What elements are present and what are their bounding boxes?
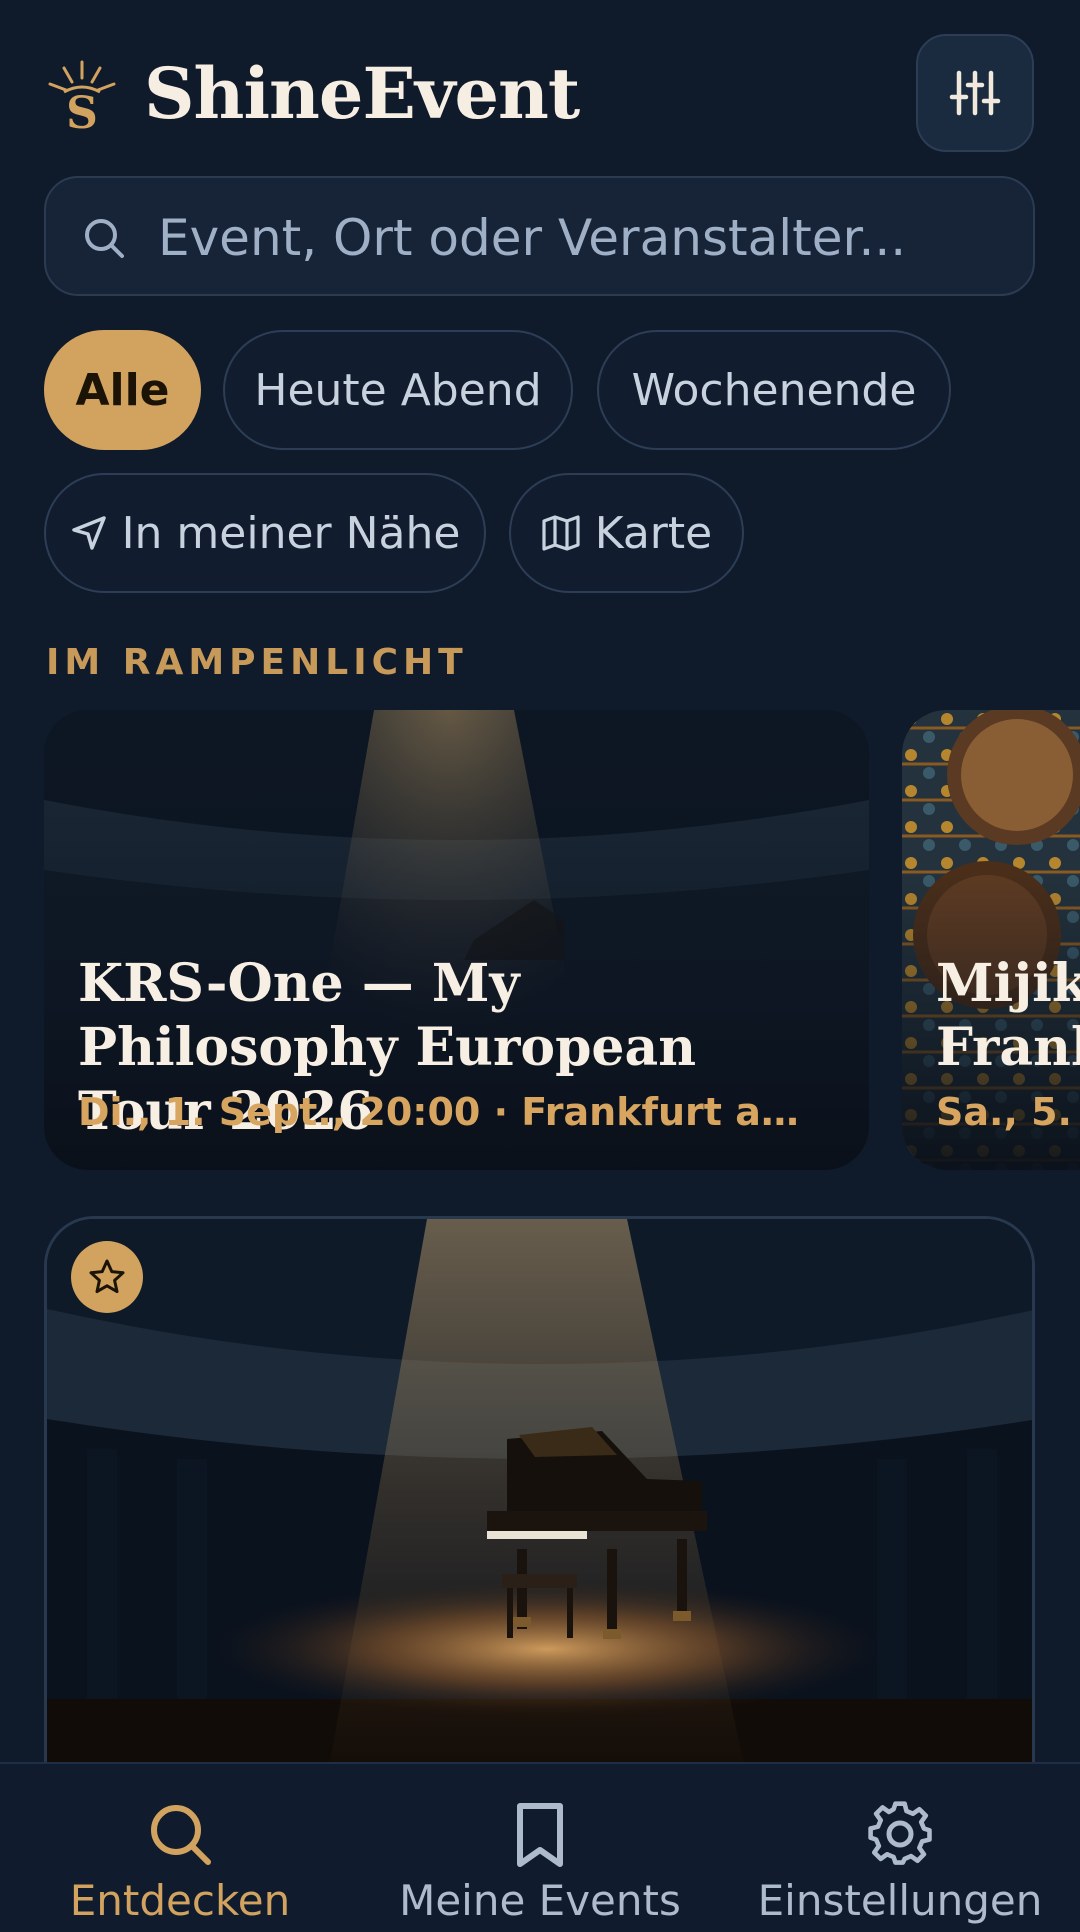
bookmark-icon — [517, 1803, 563, 1867]
app-root: S ShineEvent Alle He — [0, 0, 1080, 1932]
sliders-icon — [949, 70, 1001, 116]
star-icon — [89, 1259, 125, 1294]
nav-label: Einstellungen — [757, 1876, 1043, 1925]
event-meta: Sa., 5. S — [936, 1090, 1080, 1134]
nav-label: Meine Events — [399, 1876, 681, 1925]
search-icon — [151, 1805, 211, 1865]
chip-karte[interactable]: Karte — [509, 473, 744, 593]
search-icon — [85, 219, 124, 258]
filter-settings-button[interactable] — [916, 34, 1034, 152]
chip-label: Wochenende — [631, 364, 917, 416]
chip-alle[interactable]: Alle — [44, 330, 201, 450]
chip-wochenende[interactable]: Wochenende — [597, 330, 951, 450]
app-title: ShineEvent — [144, 52, 580, 135]
map-icon — [542, 515, 580, 551]
search-bar[interactable] — [44, 176, 1035, 296]
chip-label: Heute Abend — [254, 364, 542, 416]
event-meta: Di., 1. Sept., 20:00 · Frankfurt am Main — [78, 1090, 838, 1134]
bottom-navigation: Entdecken Meine Events Einstellungen — [0, 1762, 1080, 1932]
svg-text:S: S — [66, 88, 98, 134]
event-title: Mijike Frank — [936, 953, 1080, 1078]
nav-meine-events[interactable]: Meine Events — [360, 1764, 720, 1932]
chip-label: Alle — [75, 364, 170, 416]
chip-heute-abend[interactable]: Heute Abend — [223, 330, 573, 450]
favorite-button[interactable] — [71, 1241, 143, 1313]
navigation-arrow-icon — [71, 516, 106, 550]
sun-logo-icon: S — [48, 60, 116, 134]
gear-icon — [868, 1801, 932, 1865]
chip-label: In meiner Nähe — [121, 507, 461, 559]
nav-entdecken[interactable]: Entdecken — [0, 1764, 360, 1932]
app-header: S ShineEvent — [0, 0, 1080, 170]
nav-label: Entdecken — [69, 1876, 291, 1925]
nav-einstellungen[interactable]: Einstellungen — [720, 1764, 1080, 1932]
chip-in-meiner-naehe[interactable]: In meiner Nähe — [44, 473, 486, 593]
spotlight-card[interactable]: Mijike Frank Sa., 5. S — [902, 710, 1080, 1170]
spotlight-card[interactable]: KRS-One — My Philosophy European Tour 20… — [44, 710, 869, 1170]
section-title-spotlight: IM RAMPENLICHT — [46, 642, 468, 683]
chip-label: Karte — [594, 507, 713, 559]
search-input[interactable] — [158, 196, 998, 280]
